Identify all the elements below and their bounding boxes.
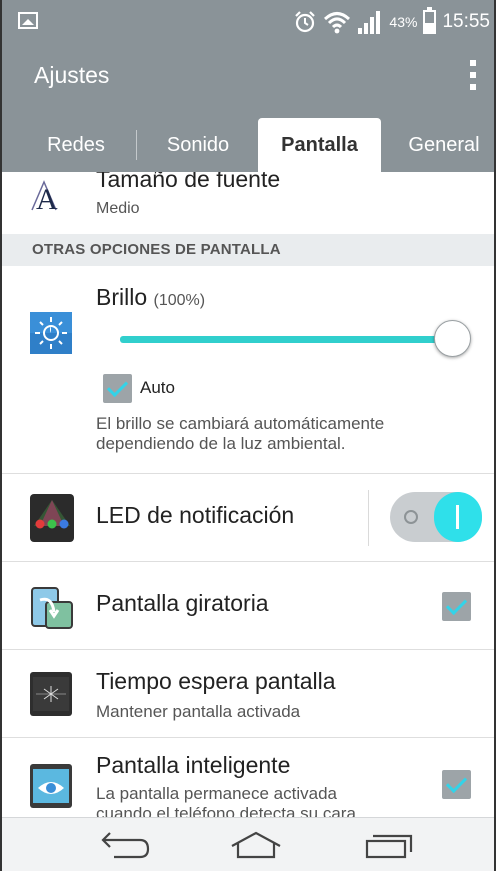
timeout-row[interactable]: Tiempo espera pantalla Mantener pantalla…: [2, 650, 494, 738]
brightness-description-1: El brillo se cambiará automáticamente: [96, 414, 385, 433]
led-toggle-knob[interactable]: [434, 492, 482, 542]
timeout-title: Tiempo espera pantalla: [96, 668, 336, 694]
screen: 43% 15:55 Ajustes Redes Sonido Pantalla …: [0, 0, 496, 871]
tab-divider: [136, 130, 137, 160]
brightness-slider-track[interactable]: [120, 336, 452, 343]
tab-redes[interactable]: Redes: [30, 118, 122, 172]
screen-rotation-icon: [30, 582, 74, 630]
font-size-icon: A: [30, 178, 70, 216]
smart-screen-row[interactable]: Pantalla inteligente La pantalla permane…: [2, 738, 494, 817]
page-title: Ajustes: [34, 62, 110, 88]
screen-timeout-icon: [30, 672, 72, 716]
action-bar: Ajustes: [2, 44, 494, 106]
clock: 15:55: [442, 11, 490, 32]
wifi-icon: [324, 12, 351, 34]
section-header: OTRAS OPCIONES DE PANTALLA: [2, 234, 494, 266]
alarm-icon: [295, 11, 316, 33]
tab-sonido[interactable]: Sonido: [148, 118, 248, 172]
font-size-row[interactable]: A Tamaño de fuente Medio: [2, 172, 494, 234]
brightness-title-group: Brillo (100%): [96, 284, 205, 311]
auto-brightness-label: Auto: [140, 378, 175, 397]
recents-icon[interactable]: [364, 832, 414, 860]
brightness-title: Brillo: [96, 284, 148, 310]
brightness-icon: [30, 312, 72, 354]
settings-list: A Tamaño de fuente Medio OTRAS OPCIONES …: [2, 172, 494, 817]
status-indicators: 43% 15:55: [293, 7, 490, 36]
toggle-off-mark: [404, 510, 418, 524]
back-icon[interactable]: [100, 830, 152, 860]
rotation-title: Pantalla giratoria: [96, 590, 269, 616]
brightness-slider-thumb[interactable]: [434, 320, 471, 357]
svg-text:A: A: [36, 183, 58, 214]
tab-pantalla[interactable]: Pantalla: [258, 118, 381, 172]
rotation-row[interactable]: Pantalla giratoria: [2, 562, 494, 650]
brightness-percent: (100%): [153, 292, 206, 309]
brightness-description-2: dependiendo de la luz ambiental.: [96, 434, 346, 453]
navigation-bar: [2, 817, 494, 871]
rotation-checkbox[interactable]: [442, 592, 471, 621]
led-title: LED de notificación: [96, 502, 295, 528]
smart-screen-icon: [30, 764, 72, 808]
led-notification-icon: [30, 494, 74, 542]
section-header-label: OTRAS OPCIONES DE PANTALLA: [32, 241, 281, 258]
signal-icon: [358, 11, 381, 34]
overflow-menu-icon[interactable]: [470, 60, 476, 90]
smart-screen-subtitle-2: cuando el teléfono detecta su cara: [96, 804, 356, 817]
toggle-divider: [368, 490, 369, 546]
auto-brightness-checkbox[interactable]: [103, 374, 132, 403]
battery-percent: 43%: [389, 14, 418, 30]
status-bar: 43% 15:55: [2, 0, 494, 44]
tab-general[interactable]: General: [392, 118, 494, 172]
smart-screen-subtitle-1: La pantalla permanece activada: [96, 784, 337, 803]
battery-icon: [423, 7, 437, 34]
font-size-title: Tamaño de fuente: [96, 172, 281, 192]
smart-screen-checkbox[interactable]: [442, 770, 471, 799]
gallery-icon: [18, 12, 38, 29]
tab-bar: Redes Sonido Pantalla General: [2, 106, 494, 172]
font-size-value: Medio: [96, 200, 140, 217]
home-icon[interactable]: [228, 830, 284, 860]
timeout-subtitle: Mantener pantalla activada: [96, 702, 301, 721]
smart-screen-title: Pantalla inteligente: [96, 752, 291, 778]
brightness-row: Brillo (100%) Auto El brillo se cambiará…: [2, 266, 494, 474]
